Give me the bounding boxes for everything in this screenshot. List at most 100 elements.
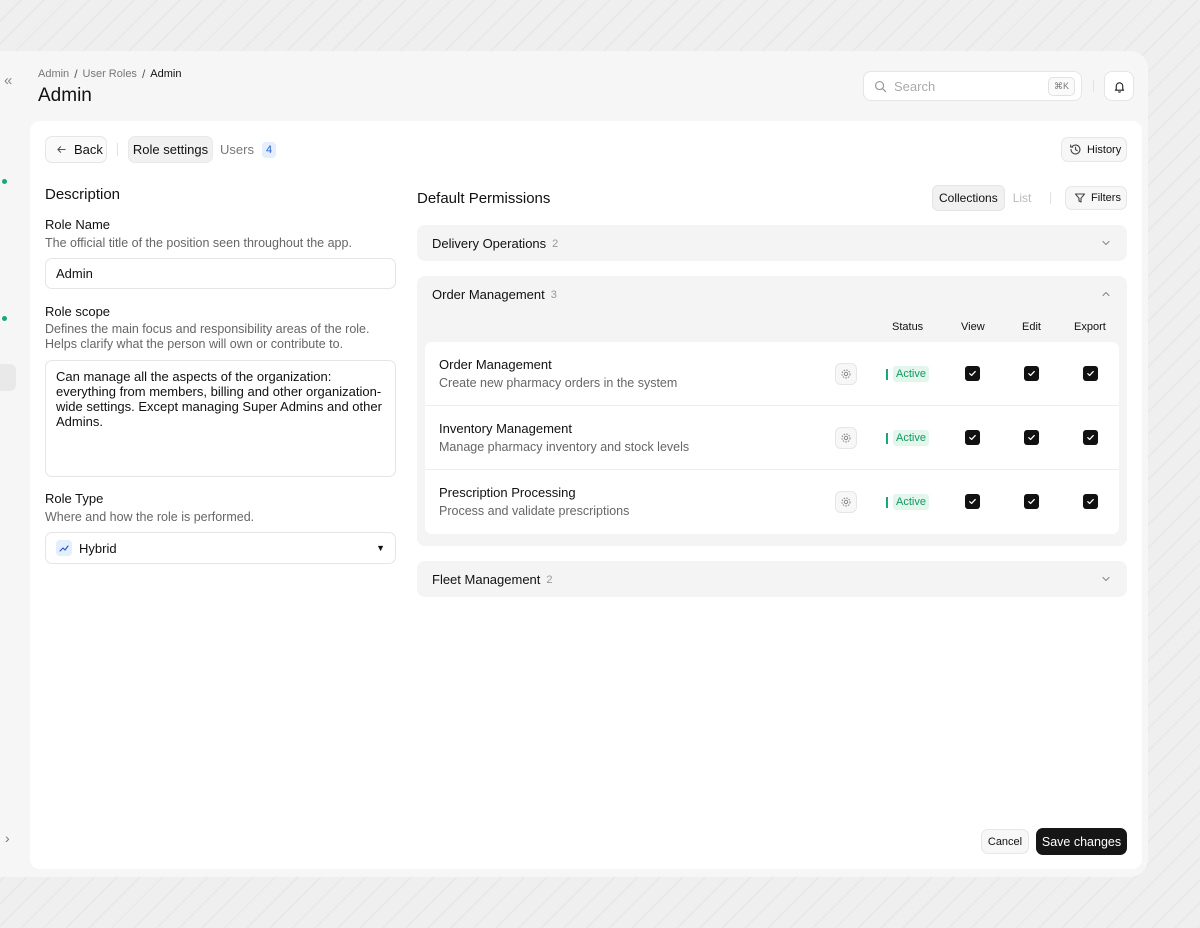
group-title: Fleet Management xyxy=(432,572,541,587)
check-icon xyxy=(1028,434,1035,441)
view-checkbox[interactable] xyxy=(965,430,980,445)
group-count: 3 xyxy=(550,288,557,301)
history-icon xyxy=(1070,144,1081,155)
breadcrumb-current: Admin xyxy=(150,68,182,80)
search-input[interactable] xyxy=(894,78,1048,94)
filter-icon xyxy=(1074,193,1086,203)
sidebar-active-tab[interactable] xyxy=(0,364,16,391)
edit-checkbox[interactable] xyxy=(1024,430,1039,445)
notifications-button[interactable] xyxy=(1104,71,1134,101)
permission-group-fleet-management[interactable]: Fleet Management 2 xyxy=(417,561,1127,597)
row-title: Inventory Management xyxy=(439,421,572,436)
export-checkbox[interactable] xyxy=(1083,430,1098,445)
view-toggle-collections[interactable]: Collections xyxy=(932,184,1005,211)
gear-icon xyxy=(841,433,851,443)
description-heading: Description xyxy=(45,186,121,203)
edit-checkbox[interactable] xyxy=(1024,494,1039,509)
divider xyxy=(1050,192,1051,204)
status-badge: Active xyxy=(886,494,929,510)
check-icon xyxy=(1087,498,1094,505)
history-button[interactable]: History xyxy=(1061,137,1127,162)
row-title: Prescription Processing xyxy=(439,485,576,500)
chevron-down-icon[interactable] xyxy=(1101,574,1111,584)
export-checkbox[interactable] xyxy=(1083,366,1098,381)
users-count-badge: 4 xyxy=(261,141,277,158)
table-row: Inventory Management Manage pharmacy inv… xyxy=(425,406,1119,470)
settings-button[interactable] xyxy=(835,491,857,513)
column-header-view: View xyxy=(961,321,985,333)
chevron-down-icon[interactable] xyxy=(1101,238,1111,248)
hybrid-icon xyxy=(56,540,72,556)
permissions-heading: Default Permissions xyxy=(417,190,551,207)
chevron-up-icon[interactable] xyxy=(1101,289,1111,299)
tab-users[interactable]: Users 4 xyxy=(220,136,277,163)
column-header-export: Export xyxy=(1074,321,1106,333)
permission-group-order-management: Order Management 3 Status View Edit Expo… xyxy=(417,276,1127,546)
role-scope-textarea[interactable]: Can manage all the aspects of the organi… xyxy=(45,360,396,477)
role-scope-label: Role scope xyxy=(45,304,111,319)
settings-button[interactable] xyxy=(835,363,857,385)
role-scope-help: Defines the main focus and responsibilit… xyxy=(45,322,370,351)
view-checkbox[interactable] xyxy=(965,366,980,381)
back-label: Back xyxy=(74,142,103,157)
gear-icon xyxy=(841,369,851,379)
row-description: Manage pharmacy inventory and stock leve… xyxy=(439,440,690,454)
breadcrumb-item[interactable]: User Roles xyxy=(83,68,137,80)
column-header-edit: Edit xyxy=(1022,321,1041,333)
settings-button[interactable] xyxy=(835,427,857,449)
group-title: Order Management xyxy=(432,287,545,302)
breadcrumb: Admin / User Roles / Admin xyxy=(38,67,182,81)
arrow-left-icon xyxy=(57,146,66,153)
edit-checkbox[interactable] xyxy=(1024,366,1039,381)
chevron-right-icon[interactable]: › xyxy=(5,830,10,846)
role-type-value: Hybrid xyxy=(79,540,117,556)
shortcut-badge: ⌘K xyxy=(1047,76,1075,96)
table-row: Order Management Create new pharmacy ord… xyxy=(425,342,1119,406)
view-toggle: Collections List xyxy=(932,184,1039,211)
view-toggle-list[interactable]: List xyxy=(1013,191,1032,205)
role-name-help: The official title of the position seen … xyxy=(45,236,352,250)
status-badge: Active xyxy=(886,430,929,446)
tab-role-settings[interactable]: Role settings xyxy=(128,136,213,163)
collapse-sidebar-icon[interactable]: « xyxy=(4,72,12,89)
page-title: Admin xyxy=(38,85,92,106)
save-changes-button[interactable]: Save changes xyxy=(1036,828,1127,855)
divider xyxy=(117,143,118,156)
row-description: Process and validate prescriptions xyxy=(439,504,630,518)
status-dot xyxy=(2,179,7,184)
permission-rows: Order Management Create new pharmacy ord… xyxy=(425,342,1119,534)
role-type-help: Where and how the role is performed. xyxy=(45,510,255,524)
gear-icon xyxy=(841,497,851,507)
tab-label: Role settings xyxy=(132,142,209,157)
role-name-input[interactable] xyxy=(45,258,396,289)
caret-down-icon: ▼ xyxy=(376,543,385,553)
check-icon xyxy=(969,434,976,441)
group-count: 2 xyxy=(546,573,553,586)
bell-icon xyxy=(1114,81,1124,93)
check-icon xyxy=(1087,370,1094,377)
filters-label: Filters xyxy=(1091,192,1121,204)
back-button[interactable]: Back xyxy=(45,136,107,163)
check-icon xyxy=(969,498,976,505)
search-box[interactable]: ⌘K xyxy=(863,71,1082,101)
role-name-label: Role Name xyxy=(45,217,111,232)
cancel-button[interactable]: Cancel xyxy=(981,829,1029,854)
table-row: Prescription Processing Process and vali… xyxy=(425,470,1119,534)
breadcrumb-item[interactable]: Admin xyxy=(38,68,69,80)
row-title: Order Management xyxy=(439,357,552,372)
history-label: History xyxy=(1087,143,1122,156)
check-icon xyxy=(1087,434,1094,441)
check-icon xyxy=(1028,498,1035,505)
role-type-label: Role Type xyxy=(45,491,104,506)
role-type-select[interactable]: Hybrid ▼ xyxy=(45,532,396,564)
row-description: Create new pharmacy orders in the system xyxy=(439,376,678,390)
check-icon xyxy=(969,370,976,377)
group-title: Delivery Operations xyxy=(432,236,547,251)
column-header-status: Status xyxy=(892,321,924,333)
view-checkbox[interactable] xyxy=(965,494,980,509)
filters-button[interactable]: Filters xyxy=(1065,186,1127,210)
export-checkbox[interactable] xyxy=(1083,494,1098,509)
permission-group-delivery-operations[interactable]: Delivery Operations 2 xyxy=(417,225,1127,261)
status-badge: Active xyxy=(886,366,929,382)
tab-label: Users xyxy=(220,142,254,157)
